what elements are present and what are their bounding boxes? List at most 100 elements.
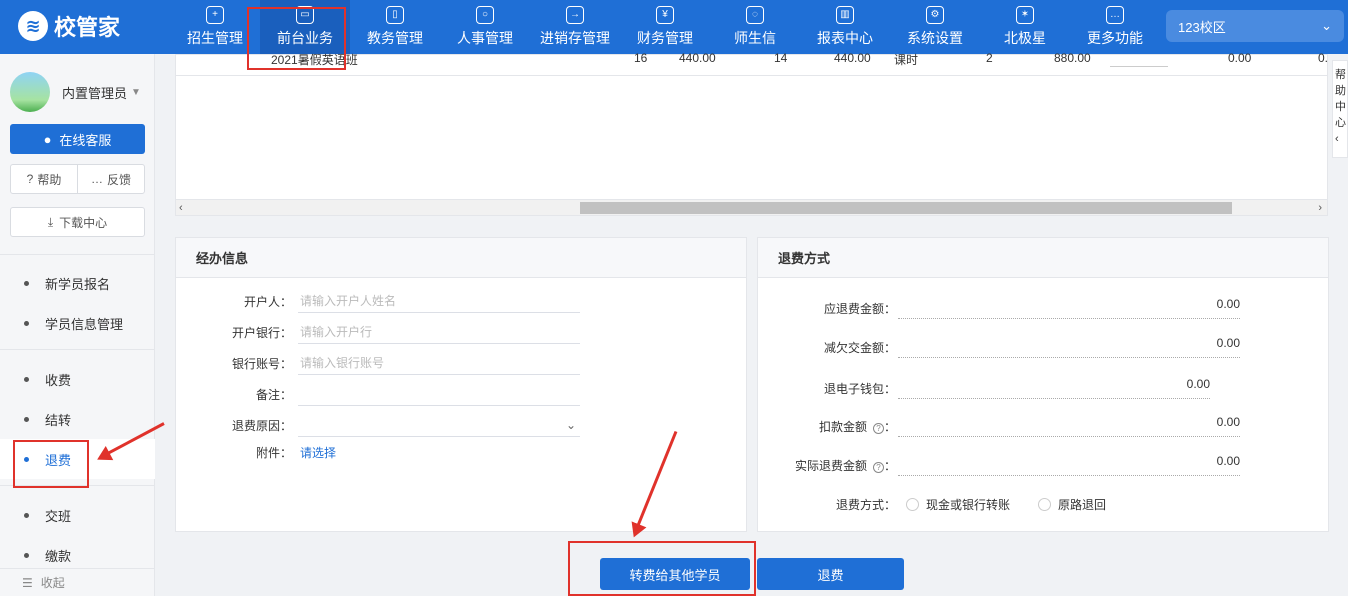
nav-item[interactable]: ○ 人事管理 (440, 0, 530, 54)
sidebar-item-label: 结转 (45, 412, 72, 428)
campus-select[interactable]: 123校区 ⌄ (1166, 10, 1344, 42)
table-cell: 880.00 (1054, 51, 1091, 65)
table-input-cell[interactable] (1110, 53, 1168, 67)
sidebar-item[interactable]: 新学员报名 (0, 263, 155, 303)
download-center-button[interactable]: ⤓ 下载中心 (10, 207, 145, 237)
horizontal-scrollbar[interactable]: ‹ › (176, 199, 1327, 215)
table-cell: 0.00 (1228, 51, 1252, 65)
help-button[interactable]: ? 帮助 (11, 165, 78, 193)
sidebar-item[interactable]: 收费 (0, 359, 155, 399)
nav-item[interactable]: ◌ 师生信 (710, 0, 800, 54)
chevron-down-icon: ⌄ (1321, 18, 1332, 33)
help-center-float[interactable]: 帮 助 中 心 ‹ (1332, 60, 1348, 158)
refund-reason-label: 退费原因： (231, 418, 292, 433)
handler-info-panel: 经办信息 开户人： 请输入开户人姓名 开户银行： 请输入开户行 银行账号： 请输… (175, 237, 747, 532)
radio-cash-bank[interactable]: 现金或银行转账 (906, 496, 1010, 513)
download-icon: ⤓ (47, 214, 54, 229)
table-cell: 16 (634, 51, 648, 65)
sidebar-item[interactable]: 学员信息管理 (0, 303, 155, 343)
sidebar-item[interactable]: 结转 (0, 399, 155, 439)
nav-label: 招生管理 (187, 30, 243, 46)
feedback-label: 反馈 (106, 172, 131, 187)
refund-method-label: 退费方式： (835, 498, 896, 512)
table-cell: 2 (986, 51, 993, 65)
nav-item[interactable]: ▯ 教务管理 (350, 0, 440, 54)
panel-title: 经办信息 (176, 238, 746, 278)
chevron-down-icon: ⌄ (565, 417, 576, 432)
account-holder-input[interactable]: 请输入开户人姓名 (298, 289, 580, 313)
refund-button[interactable]: 退费 (757, 558, 904, 590)
nav-label: 系统设置 (907, 30, 963, 46)
online-service-button[interactable]: ● 在线客服 (10, 124, 145, 154)
bullet-icon (24, 280, 29, 286)
scroll-thumb[interactable] (580, 202, 1232, 214)
refund-label: 退费 (817, 567, 844, 583)
collapse-sidebar-button[interactable]: ☰ 收起 (0, 568, 155, 596)
account-number-input[interactable]: 请输入银行账号 (298, 351, 580, 375)
nav-label: 报表中心 (817, 30, 873, 46)
bank-label: 开户银行： (231, 325, 292, 340)
top-navbar: ≋ 校管家 + 招生管理 ▭ 前台业务 ▯ 教务管理 ○ 人事管理 → 进销存管理 ¥ 财务管理 ◌ 师生… (0, 0, 1348, 54)
settings-icon: ⚙ (926, 6, 944, 24)
wallet-refund-value[interactable]: 0.00 (898, 377, 1210, 399)
table-cell: 课时 (894, 53, 919, 67)
bank-input[interactable]: 请输入开户行 (298, 320, 580, 344)
bullet-icon (24, 416, 29, 422)
nav-item[interactable]: → 进销存管理 (530, 0, 620, 54)
scroll-right-icon[interactable]: › (1318, 200, 1322, 216)
book-icon: ▯ (386, 6, 404, 24)
app-logo[interactable]: ≋ 校管家 (18, 10, 120, 42)
table-row: 2021暑假英语班 16 440.00 14 440.00 课时 2 880.0… (176, 51, 1329, 71)
user-profile[interactable]: 内置管理员 ▼ (10, 72, 141, 112)
table-cell: 440.00 (834, 51, 871, 65)
refund-reason-select[interactable]: ⌄ (298, 413, 580, 437)
reduce-arrears-label: 减欠交金额： (823, 340, 896, 355)
user-plus-icon: + (206, 6, 224, 24)
online-service-label: 在线客服 (59, 132, 112, 148)
inventory-icon: → (566, 6, 584, 24)
nav-item[interactable]: ✶ 北极星 (980, 0, 1070, 54)
due-amount-label: 应退费金额： (823, 301, 896, 316)
actual-refund-value: 0.00 (898, 454, 1240, 476)
scroll-left-icon[interactable]: ‹ (179, 200, 183, 216)
sidebar-item-label: 交班 (45, 508, 72, 524)
collapse-icon: ☰ (22, 575, 33, 590)
attachment-select-link[interactable]: 请选择 (298, 444, 336, 461)
download-label: 下载中心 (59, 215, 108, 230)
feedback-button[interactable]: … 反馈 (78, 165, 144, 193)
nav-label: 北极星 (1004, 30, 1046, 46)
nav-label: 更多功能 (1087, 30, 1143, 46)
sidebar-item-label: 新学员报名 (45, 276, 111, 292)
chat-icon: ◌ (746, 6, 764, 24)
radio-circle (906, 498, 919, 511)
question-icon[interactable]: ? (872, 461, 884, 473)
row-divider (176, 75, 1327, 76)
sidebar-item-label: 学员信息管理 (45, 316, 124, 332)
sidebar-item-label: 收费 (45, 372, 72, 388)
feedback-icon: … (90, 172, 103, 186)
account-number-label: 银行账号： (231, 356, 292, 371)
nav-label: 财务管理 (637, 30, 693, 46)
radio-label: 现金或银行转账 (926, 498, 1011, 512)
remark-input[interactable] (298, 382, 580, 406)
menu-group-cash: 交班 缴款 (0, 495, 155, 575)
nav-item[interactable]: … 更多功能 (1070, 0, 1160, 54)
deduction-value[interactable]: 0.00 (898, 415, 1240, 437)
due-amount-value: 0.00 (898, 297, 1240, 319)
nav-item[interactable]: ¥ 财务管理 (620, 0, 710, 54)
nav-item[interactable]: ⚙ 系统设置 (890, 0, 980, 54)
question-icon[interactable]: ? (872, 422, 884, 434)
wallet-refund-label: 退电子钱包： (823, 381, 896, 396)
annotation-box (568, 541, 756, 596)
report-icon: ▥ (836, 6, 854, 24)
help-feedback-row: ? 帮助 … 反馈 (10, 164, 145, 194)
radio-original-route[interactable]: 原路退回 (1038, 496, 1106, 513)
table-cell: 14 (774, 51, 788, 65)
sidebar-item-label: 缴款 (45, 548, 72, 564)
nav-item[interactable]: ▥ 报表中心 (800, 0, 890, 54)
help-icon: ? (26, 172, 34, 186)
sidebar-item[interactable]: 交班 (0, 495, 155, 535)
nav-label: 师生信 (734, 30, 776, 46)
user-name: 内置管理员 (62, 85, 128, 101)
actual-refund-label: 实际退费金额 (794, 458, 867, 473)
